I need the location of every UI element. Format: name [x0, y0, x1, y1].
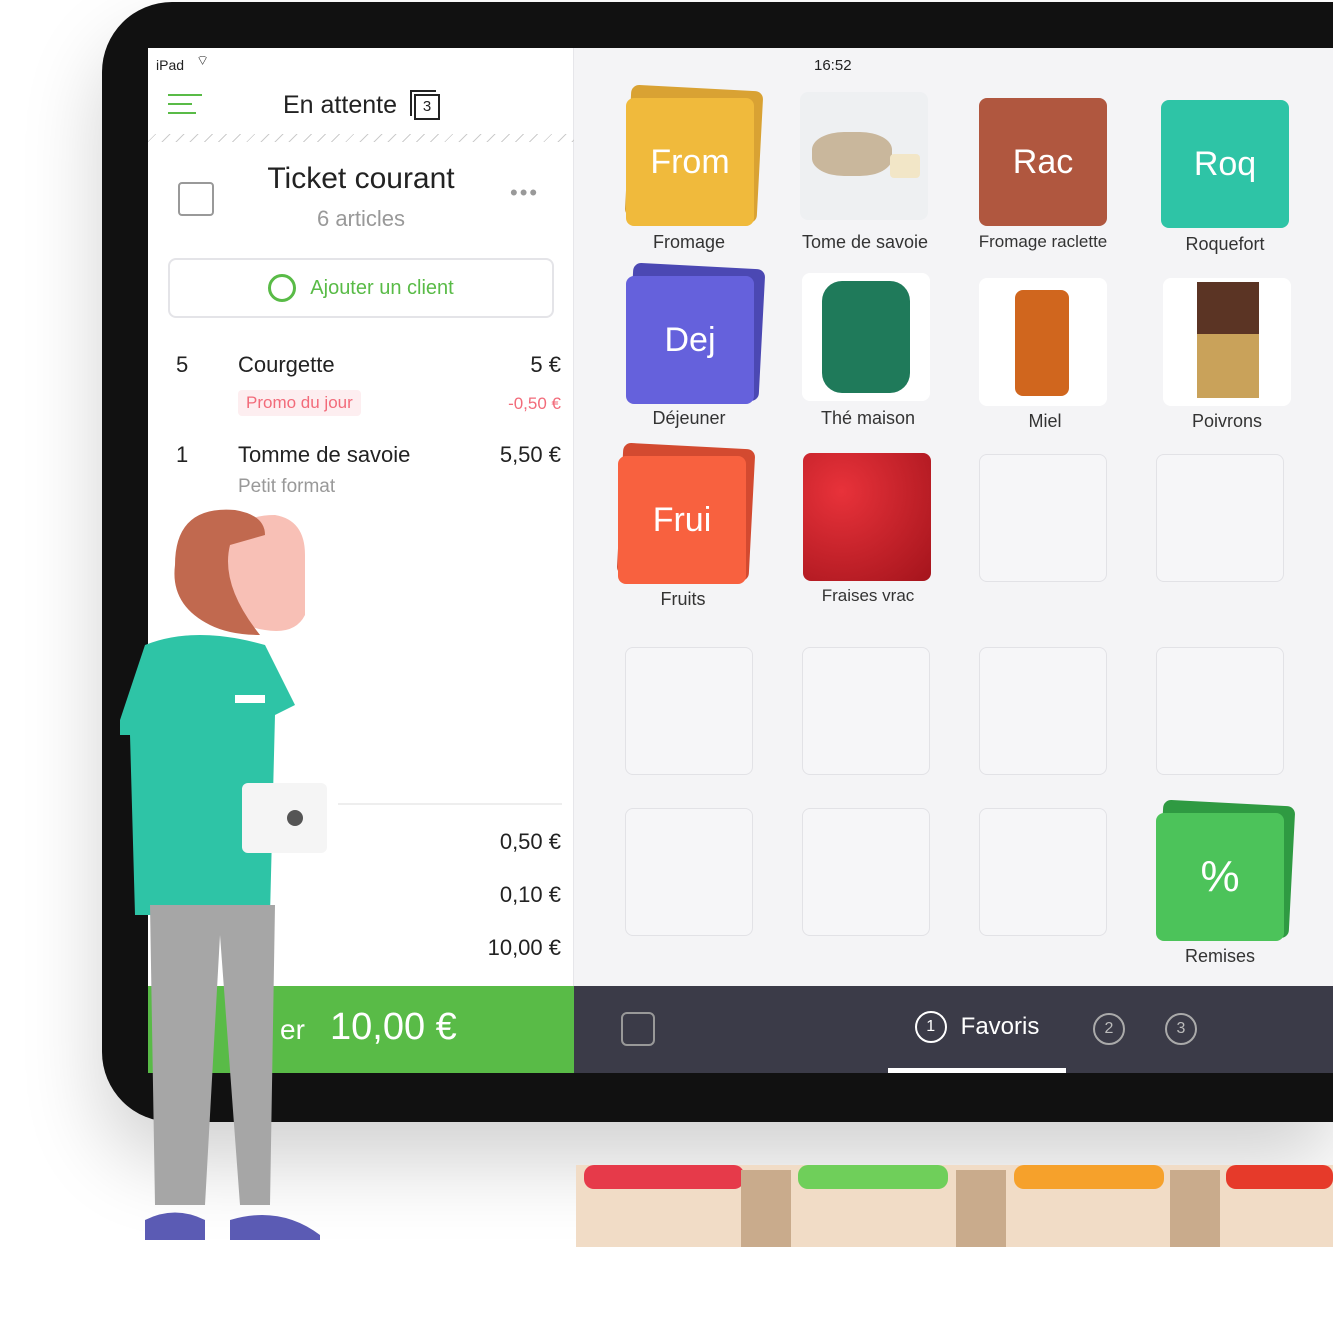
- tile-remises[interactable]: %: [1156, 813, 1284, 941]
- line-name: Courgette: [238, 352, 335, 377]
- device-name: iPad: [156, 57, 185, 73]
- add-client-label: Ajouter un client: [310, 276, 454, 299]
- tile-the-maison[interactable]: [802, 273, 930, 401]
- zigzag-divider: [148, 134, 574, 142]
- header-title[interactable]: En attente: [283, 91, 397, 120]
- tile-label: Miel: [1028, 411, 1062, 431]
- tile-poivrons[interactable]: [1163, 278, 1291, 406]
- add-client-button[interactable]: Ajouter un client: [168, 258, 554, 318]
- empty-tile[interactable]: [979, 454, 1107, 582]
- tile-label: Tome de savoie: [801, 232, 929, 252]
- shopkeeper-illustration: [120, 509, 327, 1240]
- tab-2[interactable]: 2: [1093, 1013, 1125, 1045]
- tile-roquefort[interactable]: Roq: [1161, 100, 1289, 228]
- empty-tile[interactable]: [1156, 454, 1284, 582]
- totals-divider: [338, 803, 562, 805]
- menu-icon[interactable]: [168, 94, 202, 114]
- pending-count-badge[interactable]: 3: [414, 94, 440, 120]
- tile-label: Déjeuner: [652, 408, 726, 428]
- tile-fromage-raclette[interactable]: Rac: [979, 98, 1107, 226]
- list-icon[interactable]: [621, 1012, 655, 1046]
- line-name: Tomme de savoie: [238, 442, 411, 467]
- tile-dejeuner[interactable]: Dej: [626, 276, 754, 404]
- totals-row-1: 0,50 €: [499, 829, 561, 854]
- ticket-subtitle: 6 articles: [316, 206, 406, 231]
- line-price: 5 €: [530, 352, 561, 377]
- tile-fromage[interactable]: From: [626, 98, 754, 226]
- tile-fraises-vrac[interactable]: [803, 453, 931, 581]
- line-qty: 5: [176, 352, 189, 377]
- tile-tome-de-savoie[interactable]: [800, 92, 928, 220]
- tab-number: 1: [914, 1011, 947, 1043]
- more-options-icon[interactable]: •••: [510, 180, 539, 206]
- tab-favoris[interactable]: 1 Favoris: [888, 986, 1066, 1073]
- tab-3[interactable]: 3: [1165, 1013, 1197, 1045]
- tile-label: Thé maison: [820, 408, 916, 428]
- empty-tile[interactable]: [802, 647, 930, 775]
- pay-amount: 10,00 €: [330, 1006, 457, 1048]
- tile-label: Poivrons: [1191, 411, 1263, 431]
- line-price: 5,50 €: [499, 442, 561, 467]
- promo-badge: Promo du jour: [238, 390, 361, 416]
- total-amount: 10,00 €: [487, 935, 561, 960]
- tile-label: Roquefort: [1185, 234, 1265, 254]
- tile-label: Fromage raclette: [978, 232, 1108, 251]
- tile-fruits[interactable]: Frui: [618, 456, 746, 584]
- line-qty: 1: [176, 442, 189, 467]
- line-discount: -0,50 €: [508, 394, 561, 413]
- tile-label: Remises: [1184, 946, 1255, 966]
- empty-tile[interactable]: [625, 647, 753, 775]
- bottom-tab-bar: 1 Favoris 2 3: [574, 986, 1333, 1073]
- tile-label: Fraises vrac: [821, 586, 915, 605]
- empty-tile[interactable]: [979, 647, 1107, 775]
- clock: 16:52: [814, 57, 852, 74]
- line-note: Petit format: [238, 476, 336, 497]
- tile-miel[interactable]: [979, 278, 1107, 406]
- produce-crates-illustration: [576, 1165, 1333, 1247]
- empty-tile[interactable]: [802, 808, 930, 936]
- wifi-icon: ⌔: [196, 52, 210, 68]
- add-user-icon: [268, 274, 297, 302]
- totals-row-2: 0,10 €: [499, 882, 561, 907]
- empty-tile[interactable]: [1156, 647, 1284, 775]
- empty-tile[interactable]: [625, 808, 753, 936]
- empty-tile[interactable]: [979, 808, 1107, 936]
- tab-label: Favoris: [960, 1013, 1040, 1040]
- tile-label: Fruits: [660, 589, 706, 609]
- tile-label: Fromage: [652, 232, 726, 252]
